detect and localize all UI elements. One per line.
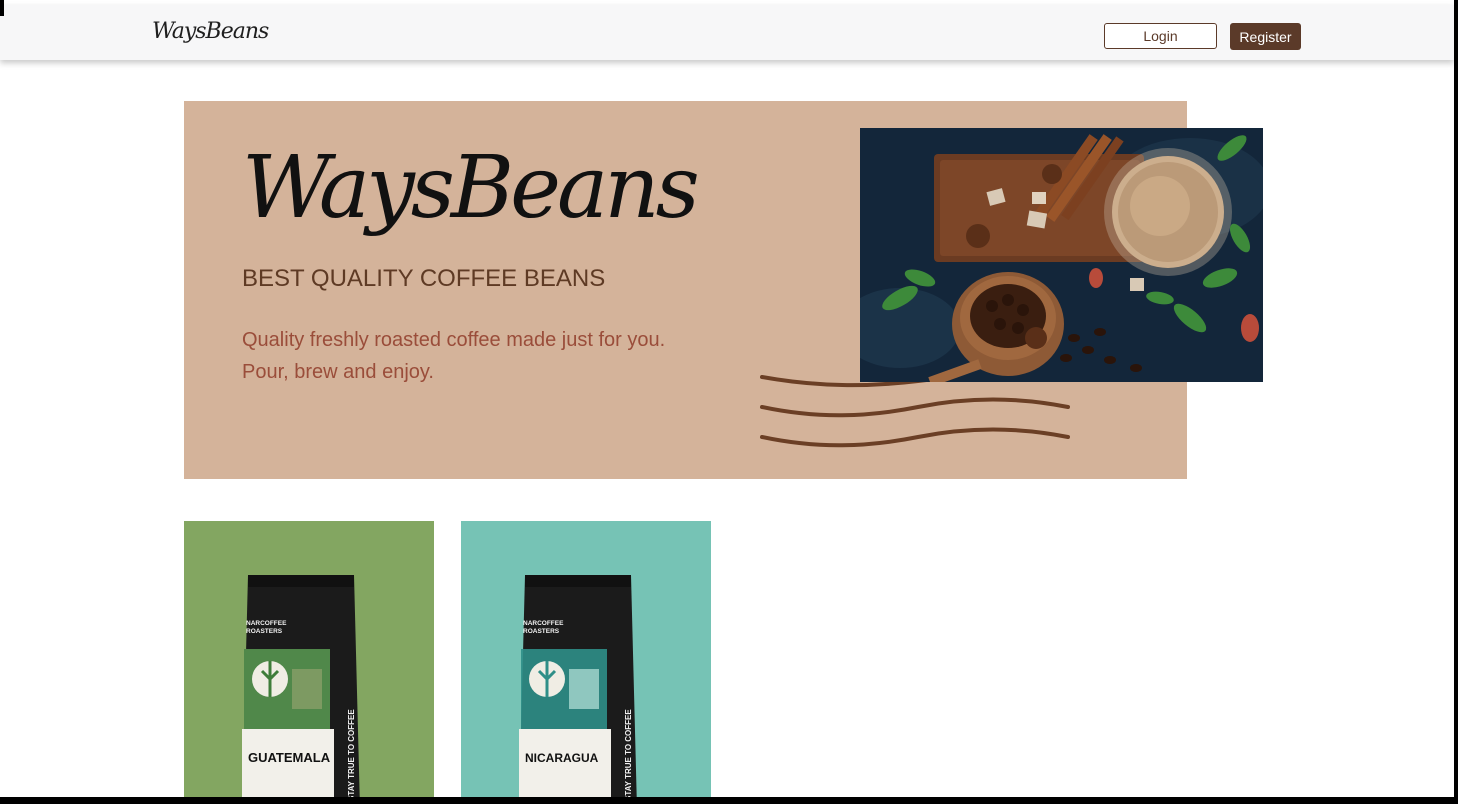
navbar-logo[interactable]: WaysBeans: [152, 19, 269, 44]
login-button[interactable]: Login: [1104, 23, 1217, 49]
register-button[interactable]: Register: [1230, 23, 1301, 50]
brand-line2: ROASTERS: [523, 628, 560, 635]
bag-side-text: STAY TRUE TO COFFEE: [347, 709, 356, 801]
hero-title: BEST QUALITY COFFEE BEANS: [242, 265, 606, 292]
product-card-guatemala[interactable]: NARCOFFEE ROASTERS GUATEMALA STAY TRUE T…: [184, 521, 434, 804]
product-name: NICARAGUA: [525, 751, 599, 765]
product-name: GUATEMALA: [248, 750, 331, 765]
brand-line1: NARCOFFEE: [523, 620, 564, 627]
brand-line1: NARCOFFEE: [246, 620, 287, 627]
hero-description: Quality freshly roasted coffee made just…: [242, 324, 722, 388]
window-edge-bottom: [0, 797, 1458, 804]
coffee-spices-photo: [860, 128, 1263, 382]
bag-side-text: STAY TRUE TO COFFEE: [624, 709, 633, 801]
window-edge-right: [1454, 0, 1458, 804]
product-card-nicaragua[interactable]: NARCOFFEE ROASTERS NICARAGUA STAY TRUE T…: [461, 521, 711, 804]
hero-description-line1: Quality freshly roasted coffee made just…: [242, 329, 666, 351]
coffee-bag-image: NARCOFFEE ROASTERS GUATEMALA STAY TRUE T…: [242, 575, 360, 804]
window-edge-corner: [0, 0, 4, 16]
hero-description-line2: Pour, brew and enjoy.: [242, 361, 434, 383]
navbar: WaysBeans Login Register: [0, 5, 1454, 60]
hero-logo: WaysBeans: [242, 138, 700, 238]
brand-line2: ROASTERS: [246, 628, 283, 635]
coffee-bag-image: NARCOFFEE ROASTERS NICARAGUA STAY TRUE T…: [519, 575, 637, 804]
